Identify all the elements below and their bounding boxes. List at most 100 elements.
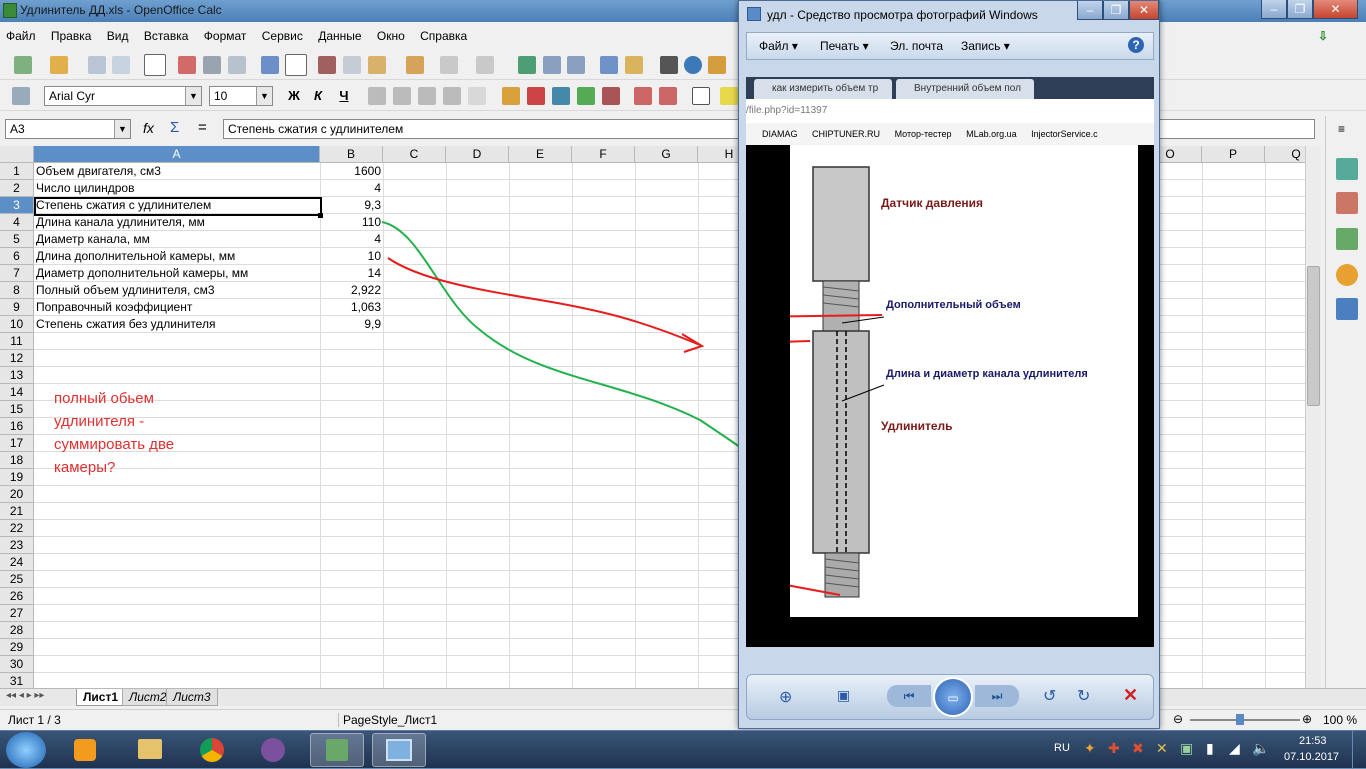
hyperlink-icon[interactable] bbox=[518, 56, 536, 74]
row-header[interactable]: 5 bbox=[0, 231, 34, 248]
draw-icon[interactable] bbox=[625, 56, 643, 74]
menu-icon[interactable]: ≡ bbox=[1338, 122, 1345, 136]
italic-button[interactable]: К bbox=[308, 87, 328, 105]
tray-icon[interactable]: ✖ bbox=[1132, 740, 1144, 757]
network-icon[interactable]: ◢ bbox=[1229, 740, 1240, 757]
column-header[interactable]: C bbox=[383, 146, 446, 163]
align-left-icon[interactable] bbox=[368, 87, 386, 105]
delete-decimal-icon[interactable] bbox=[602, 87, 620, 105]
column-header[interactable]: Q bbox=[1265, 146, 1305, 163]
zoom-out-icon[interactable]: ⊖ bbox=[1173, 712, 1183, 726]
viewer-menu-email[interactable]: Эл. почта bbox=[890, 39, 943, 53]
open-icon[interactable] bbox=[50, 56, 68, 74]
column-header[interactable]: P bbox=[1202, 146, 1265, 163]
viewer-menu-burn[interactable]: Запись ▾ bbox=[961, 39, 1010, 53]
sum-icon[interactable]: Σ bbox=[170, 119, 179, 136]
taskbar-calc[interactable] bbox=[310, 733, 364, 767]
select-all-corner[interactable] bbox=[0, 146, 34, 163]
preview-icon[interactable] bbox=[228, 56, 246, 74]
fit-icon[interactable]: ▣ bbox=[837, 687, 850, 704]
chevron-down-icon[interactable]: ▼ bbox=[185, 87, 201, 105]
row-header[interactable]: 15 bbox=[0, 401, 34, 418]
row-header[interactable]: 27 bbox=[0, 605, 34, 622]
autospell-icon[interactable] bbox=[285, 54, 307, 76]
cell-label[interactable]: Диаметр канала, мм bbox=[36, 231, 318, 248]
tray-icon[interactable]: ✚ bbox=[1108, 740, 1120, 757]
row-header[interactable]: 20 bbox=[0, 486, 34, 503]
sheet-nav-icons[interactable]: ◂◂ ◂ ▸ ▸▸ bbox=[6, 690, 44, 701]
zoom-slider-thumb[interactable] bbox=[1236, 714, 1244, 725]
row-header[interactable]: 25 bbox=[0, 571, 34, 588]
menu-help[interactable]: Справка bbox=[420, 26, 467, 46]
cell-value[interactable]: 10 bbox=[320, 248, 383, 265]
bold-button[interactable]: Ж bbox=[284, 87, 304, 105]
gallery-sidebar-icon[interactable] bbox=[1336, 228, 1358, 250]
row-header[interactable]: 8 bbox=[0, 282, 34, 299]
delete-icon[interactable]: ✕ bbox=[1123, 685, 1138, 706]
sort-desc-icon[interactable] bbox=[567, 56, 585, 74]
cell-label[interactable]: Длина дополнительной камеры, мм bbox=[36, 248, 318, 265]
menu-data[interactable]: Данные bbox=[318, 26, 361, 46]
menu-window[interactable]: Окно bbox=[377, 26, 405, 46]
viewer-minimize-button[interactable]: – bbox=[1077, 1, 1103, 20]
taskbar-explorer[interactable] bbox=[123, 733, 177, 767]
menu-view[interactable]: Вид bbox=[107, 26, 129, 46]
underline-button[interactable]: Ч bbox=[334, 87, 354, 105]
cell-value[interactable]: 110 bbox=[320, 214, 383, 231]
navigator-sidebar-icon[interactable] bbox=[1336, 264, 1358, 286]
row-header[interactable]: 19 bbox=[0, 469, 34, 486]
styles-icon[interactable] bbox=[12, 87, 30, 105]
column-header[interactable]: D bbox=[446, 146, 509, 163]
row-header[interactable]: 26 bbox=[0, 588, 34, 605]
find-icon[interactable] bbox=[660, 56, 678, 74]
chart-icon[interactable] bbox=[600, 56, 618, 74]
gallery-icon[interactable] bbox=[708, 56, 726, 74]
close-button[interactable]: ✕ bbox=[1313, 0, 1358, 19]
row-header[interactable]: 29 bbox=[0, 639, 34, 656]
cell-value[interactable]: 4 bbox=[320, 180, 383, 197]
properties-icon[interactable] bbox=[1336, 158, 1358, 180]
row-header[interactable]: 11 bbox=[0, 333, 34, 350]
row-header[interactable]: 14 bbox=[0, 384, 34, 401]
row-header[interactable]: 10 bbox=[0, 316, 34, 333]
row-header[interactable]: 24 bbox=[0, 554, 34, 571]
zoom-level[interactable]: 100 % bbox=[1323, 713, 1357, 727]
row-header[interactable]: 23 bbox=[0, 537, 34, 554]
tray-icon[interactable]: ▣ bbox=[1180, 740, 1193, 757]
viewer-menu-print[interactable]: Печать ▾ bbox=[820, 39, 869, 53]
sort-asc-icon[interactable] bbox=[543, 56, 561, 74]
pdf-icon[interactable] bbox=[178, 56, 196, 74]
help-icon[interactable]: ? bbox=[1128, 37, 1144, 53]
zoom-in-icon[interactable]: ⊕ bbox=[1302, 712, 1312, 726]
row-header[interactable]: 7 bbox=[0, 265, 34, 282]
add-decimal-icon[interactable] bbox=[577, 87, 595, 105]
tab-sheet3[interactable]: Лист3 bbox=[166, 689, 218, 706]
navigator-icon[interactable] bbox=[684, 56, 702, 74]
cell-value[interactable]: 4 bbox=[320, 231, 383, 248]
cell-label[interactable]: Длина канала удлинителя, мм bbox=[36, 214, 318, 231]
row-header[interactable]: 17 bbox=[0, 435, 34, 452]
edit-mode-icon[interactable] bbox=[144, 54, 166, 76]
rotate-right-icon[interactable]: ↻ bbox=[1077, 686, 1090, 706]
redo-icon[interactable] bbox=[476, 56, 494, 74]
function-icon[interactable]: = bbox=[198, 119, 207, 136]
cell-label[interactable]: Поправочный коэффициент bbox=[36, 299, 318, 316]
cell-value[interactable]: 1,063 bbox=[320, 299, 383, 316]
row-header[interactable]: 12 bbox=[0, 350, 34, 367]
start-button[interactable] bbox=[6, 732, 46, 768]
menu-format[interactable]: Формат bbox=[204, 26, 247, 46]
row-header[interactable]: 4 bbox=[0, 214, 34, 231]
cell-label[interactable]: Степень сжатия без удлинителя bbox=[36, 316, 318, 333]
viewer-maximize-button[interactable]: ❐ bbox=[1103, 1, 1129, 20]
taskbar-media-player[interactable] bbox=[59, 733, 113, 767]
vertical-scrollbar[interactable] bbox=[1305, 146, 1321, 688]
undo-icon[interactable] bbox=[440, 56, 458, 74]
tab-sheet1[interactable]: Лист1 bbox=[76, 689, 126, 706]
row-header[interactable]: 18 bbox=[0, 452, 34, 469]
cell-value[interactable]: 1600 bbox=[320, 163, 383, 180]
name-box[interactable]: A3 ▼ bbox=[5, 119, 131, 139]
function-wizard-icon[interactable]: fx bbox=[143, 120, 154, 136]
update-icon[interactable]: ⇩ bbox=[1318, 26, 1328, 46]
borders-icon[interactable] bbox=[692, 87, 710, 105]
zoom-slider[interactable] bbox=[1190, 719, 1300, 721]
